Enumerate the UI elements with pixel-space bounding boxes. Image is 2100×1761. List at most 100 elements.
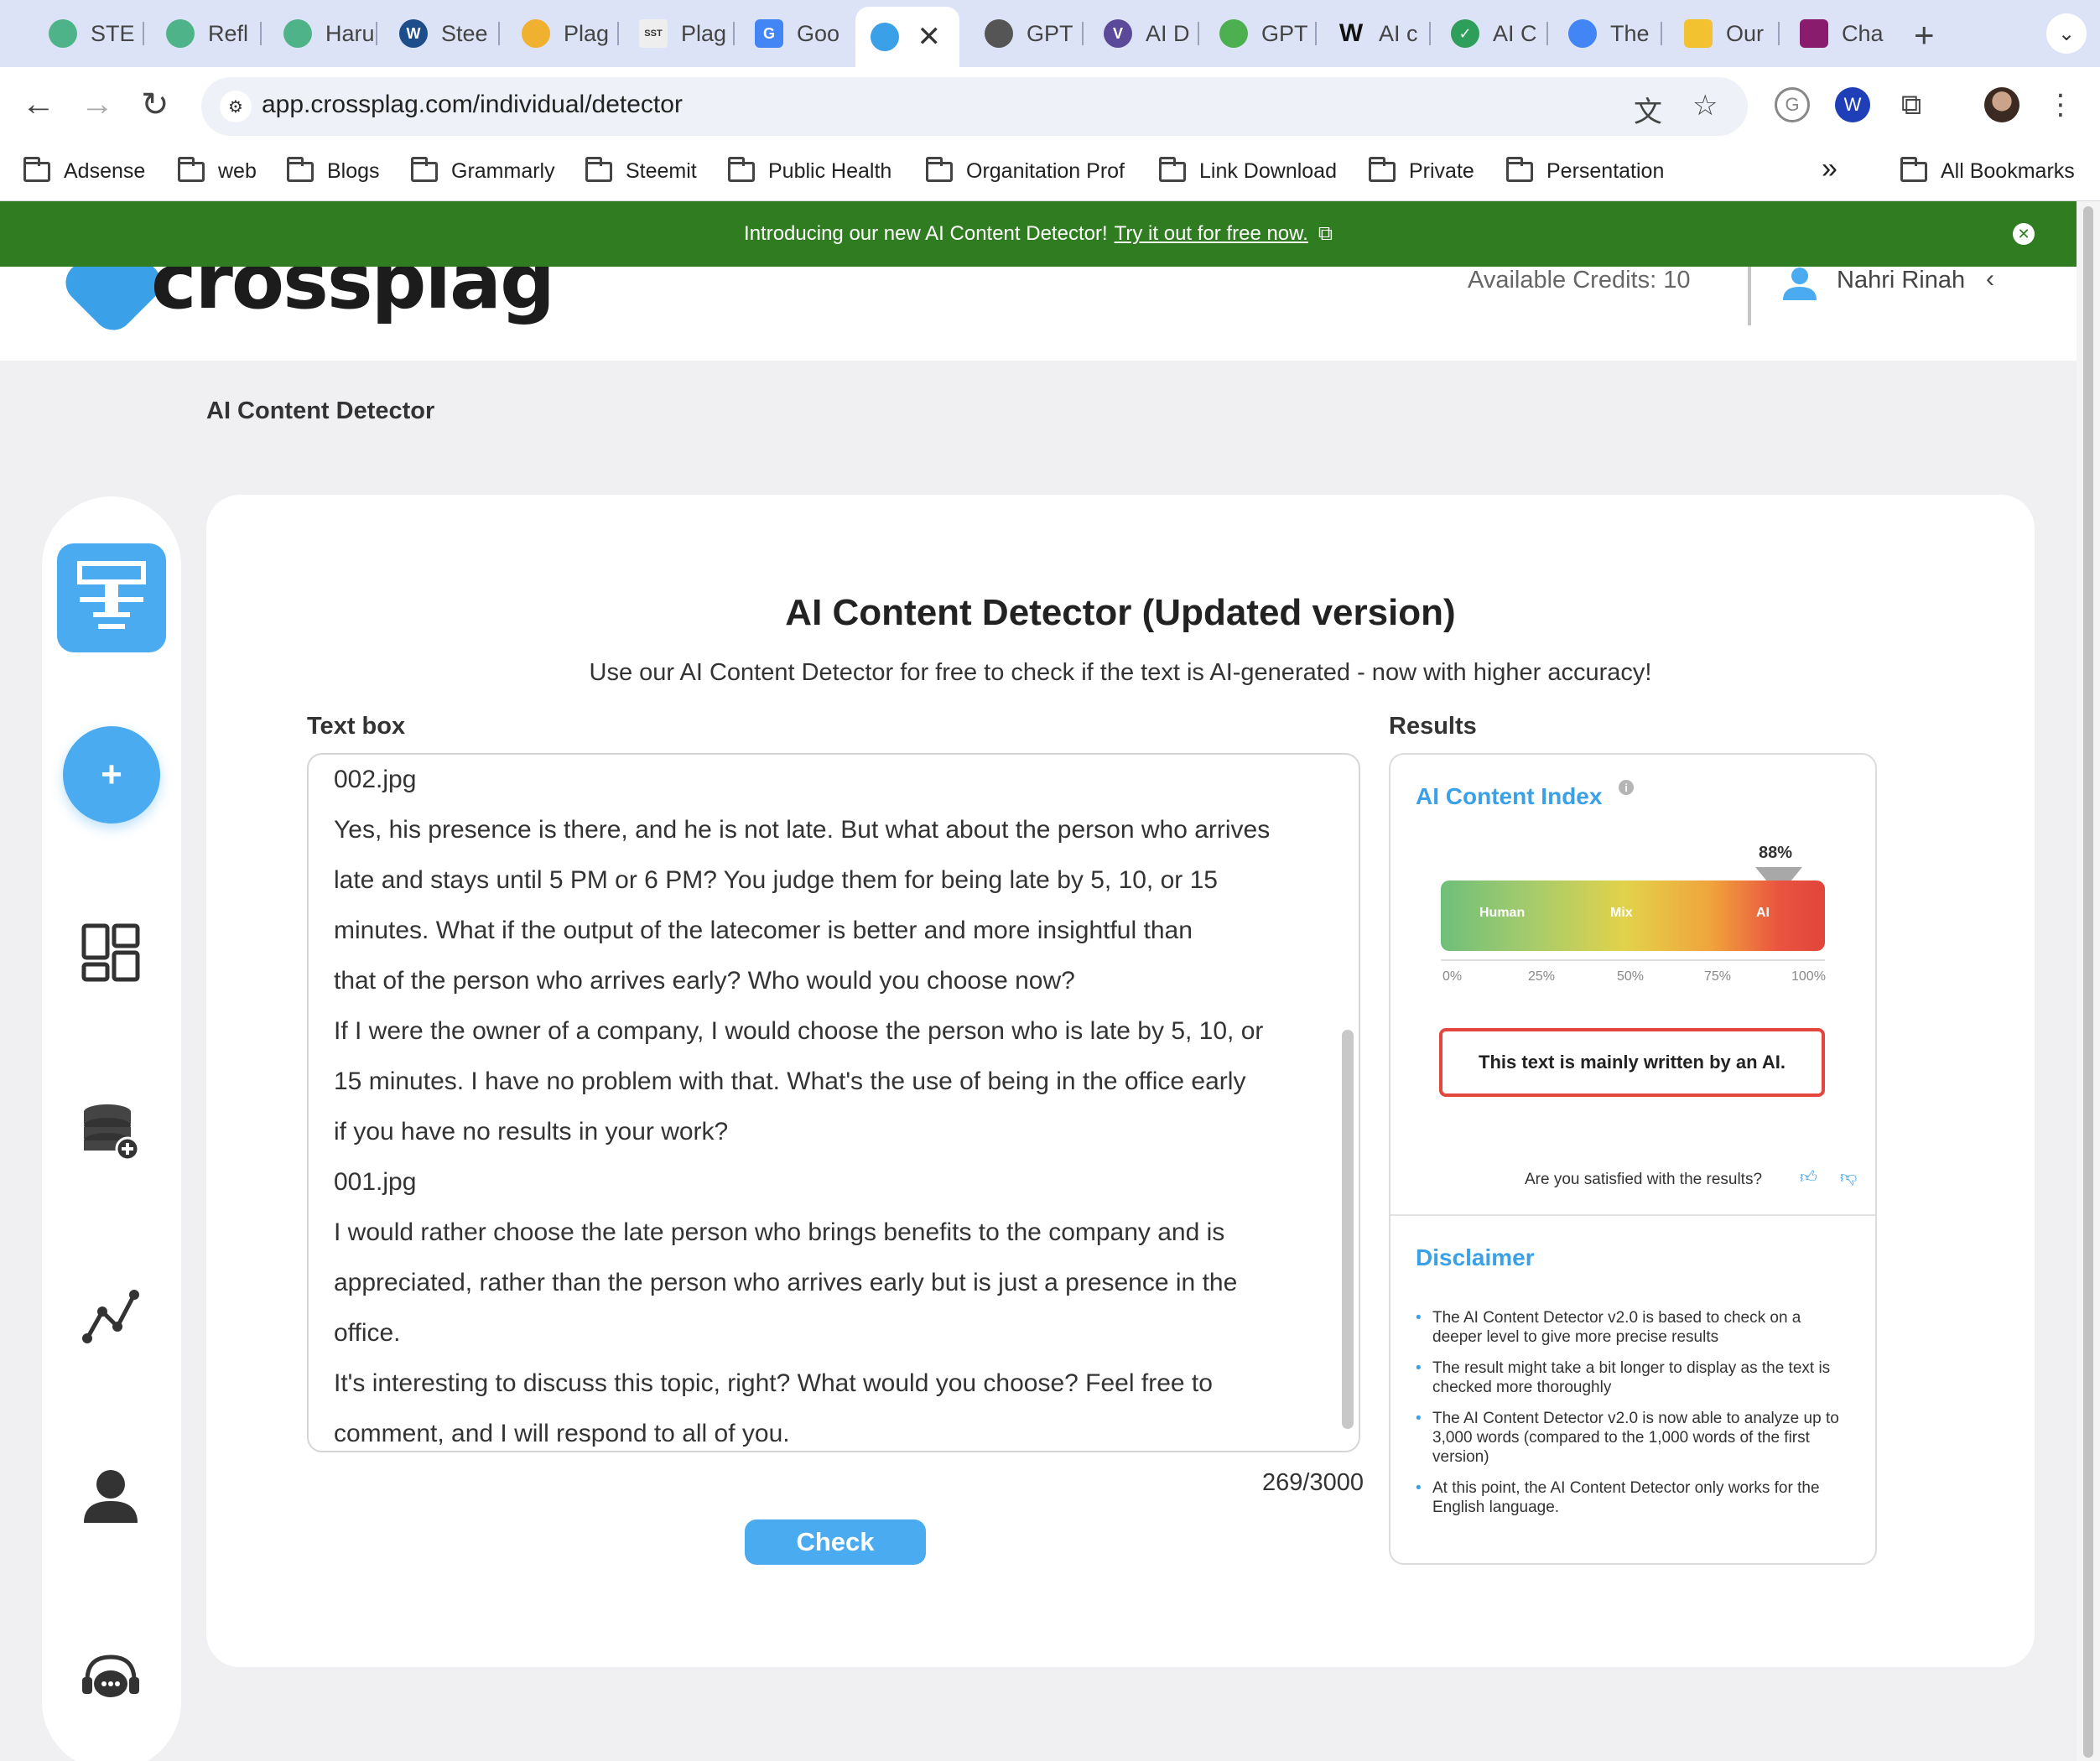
- dashboard-grid-icon[interactable]: [81, 922, 141, 983]
- tab-crossplag-active[interactable]: ✕: [855, 7, 959, 67]
- tab-search-chevron-icon[interactable]: ⌄: [2046, 13, 2087, 54]
- bookmark-folder[interactable]: Private: [1369, 156, 1474, 184]
- text-line: 002.jpg: [334, 766, 417, 793]
- url-text[interactable]: app.crossplag.com/individual/detector: [262, 91, 683, 119]
- results-divider: [1390, 1214, 1875, 1216]
- info-icon[interactable]: i: [1619, 780, 1634, 795]
- tab-plag-1[interactable]: Plag: [507, 10, 619, 57]
- tab-steemit-1[interactable]: STE: [34, 10, 144, 57]
- crossplag-logo-text[interactable]: crossplag: [151, 267, 555, 326]
- database-add-icon[interactable]: [81, 1102, 141, 1162]
- all-bookmarks[interactable]: All Bookmarks: [1900, 156, 2075, 184]
- external-link-icon[interactable]: ⧉: [1318, 222, 1333, 246]
- disclaimer-item: The AI Content Detector v2.0 is now able…: [1416, 1409, 1852, 1467]
- w-icon: W: [1338, 19, 1364, 47]
- text-line: comment, and I will respond to all of yo…: [334, 1420, 790, 1447]
- nav-ai-detector-button[interactable]: [57, 543, 166, 652]
- gauge-segment-mix: Mix: [1610, 906, 1633, 920]
- disclaimer-item: At this point, the AI Content Detector o…: [1416, 1478, 1852, 1517]
- disclaimer-item: The AI Content Detector v2.0 is based to…: [1416, 1308, 1852, 1347]
- text-input-content[interactable]: 002.jpg Yes, his presence is there, and …: [334, 755, 1315, 1451]
- user-profile-icon[interactable]: [81, 1468, 141, 1528]
- checkmark-icon: ✓: [1451, 19, 1479, 48]
- folder-icon: [287, 156, 314, 182]
- ai-content-index-title: AI Content Index: [1416, 783, 1603, 809]
- steem-extension-icon[interactable]: W: [1835, 87, 1870, 122]
- support-chat-icon[interactable]: [81, 1650, 141, 1711]
- add-new-button[interactable]: +: [63, 726, 160, 823]
- bookmark-star-icon[interactable]: ☆: [1692, 89, 1718, 122]
- bookmark-folder[interactable]: Adsense: [23, 156, 145, 184]
- gauge-tick: 0%: [1442, 969, 1463, 984]
- close-tab-icon[interactable]: ✕: [917, 20, 942, 54]
- app-header: crossplag Available Credits: 10 Nahri Ri…: [0, 267, 2077, 361]
- tab-ai-c-1[interactable]: W AI c: [1322, 10, 1431, 57]
- text-line: if you have no results in your work?: [334, 1118, 729, 1145]
- user-name[interactable]: Nahri Rinah: [1837, 267, 1965, 294]
- tab-our[interactable]: Our: [1669, 10, 1780, 57]
- reload-icon[interactable]: ↻: [141, 86, 169, 124]
- tab-plag-2[interactable]: SST Plag: [624, 10, 735, 57]
- chevron-left-icon[interactable]: ‹: [1986, 267, 1994, 294]
- tab-harus[interactable]: Haru: [268, 10, 377, 57]
- bookmark-folder[interactable]: Persentation: [1506, 156, 1664, 184]
- site-settings-icon[interactable]: ⚙: [220, 91, 252, 122]
- browser-menu-icon[interactable]: ⋮: [2043, 87, 2078, 122]
- text-detector-icon: [77, 561, 146, 629]
- address-bar[interactable]: ⚙ app.crossplag.com/individual/detector …: [201, 77, 1748, 136]
- tab-ai-c-2[interactable]: ✓ AI C: [1436, 10, 1548, 57]
- profile-avatar[interactable]: [1984, 87, 2019, 122]
- page-scrollbar[interactable]: [2077, 201, 2100, 1761]
- bookmark-folder[interactable]: web: [178, 156, 257, 184]
- translate-icon[interactable]: 文: [1634, 89, 1662, 130]
- analytics-line-icon[interactable]: [81, 1286, 141, 1347]
- page-scrollbar-thumb[interactable]: [2083, 206, 2093, 1758]
- disclaimer-title: Disclaimer: [1416, 1244, 1535, 1270]
- satisfaction-question: Are you satisfied with the results?: [1525, 1171, 1763, 1188]
- check-button[interactable]: Check: [745, 1519, 926, 1565]
- extensions-puzzle-icon[interactable]: ⧉: [1894, 87, 1929, 122]
- tab-steem-wp[interactable]: W Stee: [384, 10, 500, 57]
- text-line: Yes, his presence is there, and he is no…: [334, 816, 1271, 844]
- folder-icon: [585, 156, 612, 182]
- tab-ai-d[interactable]: V AI D: [1089, 10, 1199, 57]
- textbox-label: Text box: [307, 713, 406, 740]
- banner-try-link[interactable]: Try it out for free now.: [1115, 222, 1308, 246]
- tab-the[interactable]: The: [1553, 10, 1662, 57]
- bookmark-folder[interactable]: Blogs: [287, 156, 380, 184]
- wordpress-icon: W: [399, 19, 428, 48]
- gauge-axis: [1441, 959, 1825, 961]
- tab-reflection[interactable]: Refl: [151, 10, 262, 57]
- user-icon[interactable]: [1781, 267, 1818, 300]
- text-line: 001.jpg: [334, 1168, 417, 1196]
- gptzero-icon: [1219, 19, 1248, 48]
- tab-gpt-2[interactable]: GPT: [1204, 10, 1317, 57]
- note-icon: [1684, 19, 1713, 48]
- bookmark-folder[interactable]: Grammarly: [411, 156, 555, 184]
- textbox-scrollbar[interactable]: [1342, 1030, 1354, 1429]
- folder-icon: [178, 156, 205, 182]
- forward-arrow-icon[interactable]: →: [81, 86, 114, 123]
- banner-close-icon[interactable]: ✕: [2013, 223, 2035, 245]
- globe-icon: [985, 19, 1013, 48]
- bookmarks-overflow-icon[interactable]: »: [1822, 153, 1838, 185]
- bookmark-folder[interactable]: Steemit: [585, 156, 697, 184]
- text-line: minutes. What if the output of the latec…: [334, 917, 1193, 944]
- bookmark-folder[interactable]: Organitation Prof: [926, 156, 1125, 184]
- tab-google[interactable]: G Goo: [740, 10, 849, 57]
- tab-gpt-1[interactable]: GPT: [969, 10, 1084, 57]
- bookmark-folder[interactable]: Public Health: [728, 156, 891, 184]
- grammarly-extension-icon[interactable]: G: [1775, 87, 1810, 122]
- thumbs-up-icon[interactable]: 👍︎: [1800, 1167, 1817, 1187]
- text-input-area[interactable]: 002.jpg Yes, his presence is there, and …: [307, 753, 1360, 1452]
- folder-icon: [926, 156, 953, 182]
- page-title: AI Content Detector: [206, 397, 435, 424]
- bookmark-folder[interactable]: Link Download: [1159, 156, 1337, 184]
- tab-cha[interactable]: Cha: [1785, 10, 1899, 57]
- new-tab-button[interactable]: +: [1914, 15, 1935, 55]
- thumbs-down-icon[interactable]: 👎︎: [1840, 1167, 1857, 1187]
- browser-tab-strip: STE Refl Haru W Stee Plag SST Plag G Goo ✕ …: [0, 0, 2100, 67]
- back-arrow-icon[interactable]: ←: [22, 86, 55, 123]
- spiral-icon: [1568, 19, 1597, 48]
- google-translate-icon: G: [755, 19, 783, 48]
